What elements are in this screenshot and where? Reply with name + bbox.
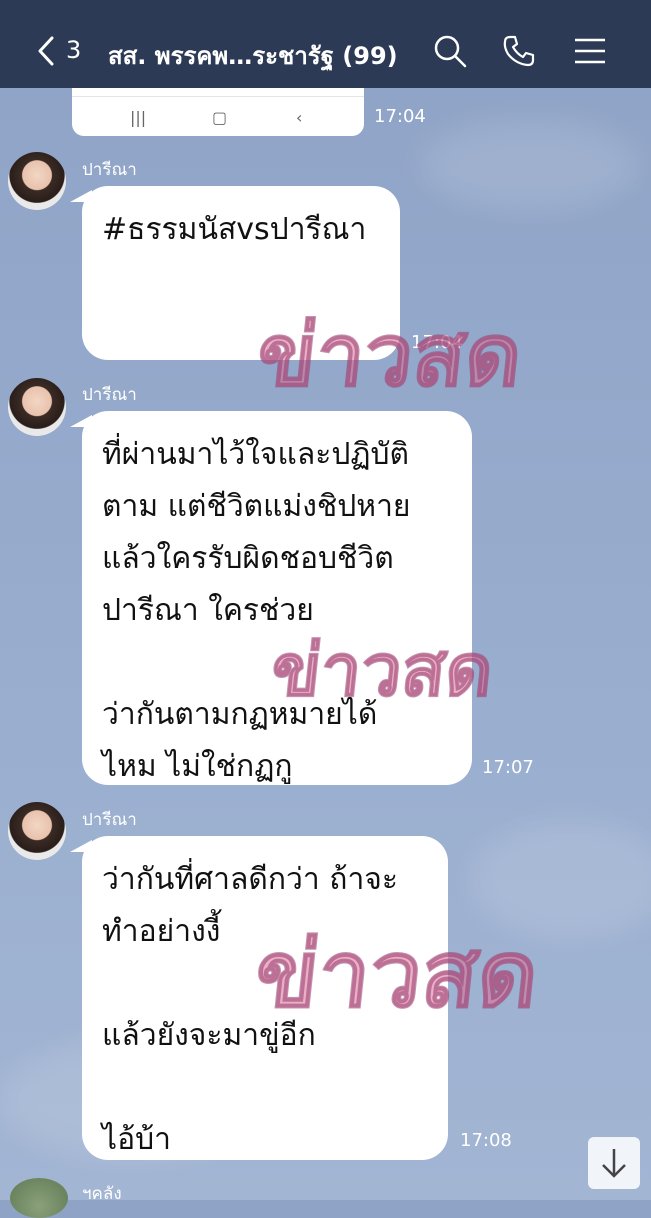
search-icon[interactable]: [433, 34, 467, 68]
message-time: 17:07: [482, 757, 534, 778]
message-text: #ธรรมนัสvsปารีณา: [102, 212, 367, 247]
avatar[interactable]: [8, 152, 66, 210]
image-divider: [72, 88, 364, 97]
message-text: ที่ผ่านมาไว้ใจและปฏิบัติ ตาม แต่ชีวิตแม่…: [102, 437, 411, 784]
unread-count[interactable]: 3: [66, 36, 81, 64]
message-text: ว่ากันที่ศาลดีกว่า ถ้าจะ ทำอย่างงี้ แล้ว…: [102, 862, 398, 1157]
avatar[interactable]: [8, 378, 66, 436]
scroll-to-bottom-button[interactable]: [588, 1137, 640, 1189]
phone-icon[interactable]: [502, 34, 536, 68]
sender-name: ปารีณา: [82, 385, 137, 405]
message-time: 17:04: [411, 332, 463, 353]
message-bubble[interactable]: ที่ผ่านมาไว้ใจและปฏิบัติ ตาม แต่ชีวิตแม่…: [70, 411, 472, 785]
sender-name: ฯคลัง: [82, 1184, 122, 1204]
background-cloud: [420, 120, 640, 210]
avatar[interactable]: [10, 1178, 68, 1218]
chevron-left-icon[interactable]: [36, 36, 56, 66]
bubble-tail: [70, 415, 92, 427]
home-icon: ▢: [212, 108, 228, 127]
back-nav-icon: ‹: [296, 108, 303, 127]
message-time: 17:04: [374, 106, 426, 127]
bubble-tail: [70, 840, 92, 852]
background-cloud: [470, 820, 651, 940]
chat-title[interactable]: สส. พรรคพ…ระชารัฐ (99): [108, 36, 398, 75]
message-bubble[interactable]: #ธรรมนัสvsปารีณา: [70, 186, 400, 360]
message-time: 17:08: [460, 1130, 512, 1151]
sender-name: ปารีณา: [82, 810, 137, 830]
sender-name: ปารีณา: [82, 160, 137, 180]
message-bubble[interactable]: ว่ากันที่ศาลดีกว่า ถ้าจะ ทำอย่างงี้ แล้ว…: [70, 836, 448, 1160]
recent-apps-icon: |||: [130, 108, 147, 127]
bubble-tail: [70, 190, 92, 202]
chat-header: 3 สส. พรรคพ…ระชารัฐ (99): [0, 0, 651, 88]
arrow-down-icon: [602, 1149, 626, 1178]
avatar[interactable]: [8, 802, 66, 860]
image-message[interactable]: ||| ▢ ‹: [72, 88, 364, 136]
hamburger-menu-icon[interactable]: [573, 34, 607, 68]
